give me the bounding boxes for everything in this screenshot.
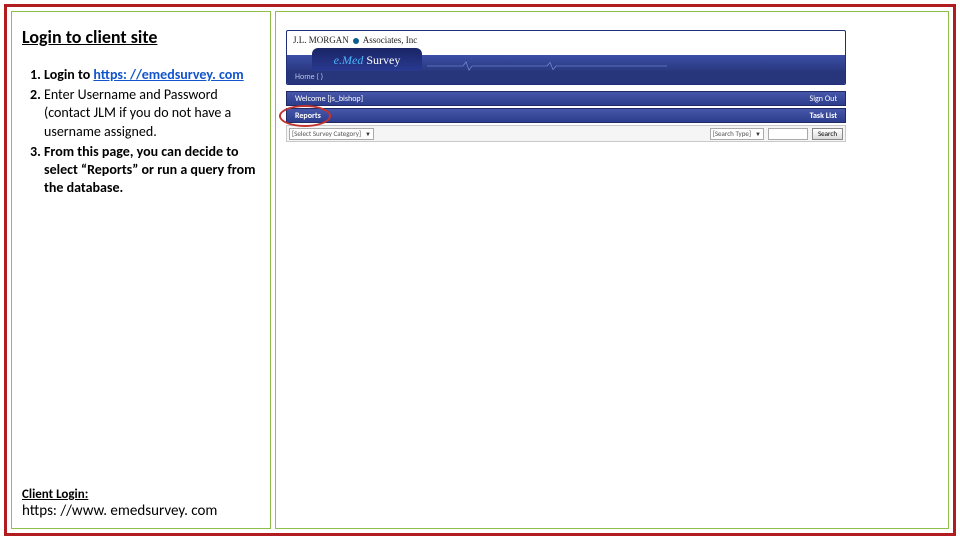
step-1-text: Login to (44, 66, 93, 83)
page-title: Login to client site (22, 26, 260, 48)
search-type-select[interactable]: [Search Type] ▼ (710, 128, 764, 140)
tab-emed-text: e.Med (334, 53, 364, 67)
chevron-down-icon: ▼ (755, 130, 761, 138)
login-link[interactable]: https: //emedsurvey. com (93, 66, 243, 83)
step-2-text: Enter Username and Password (contact JLM… (44, 86, 231, 139)
step-list: Login to https: //emedsurvey. com Enter … (22, 66, 260, 487)
search-button[interactable]: Search (812, 128, 843, 140)
footer-label: Client Login: (22, 487, 260, 502)
app-screenshot: J.L. MORGAN Associates, Inc e.Med Survey (286, 30, 846, 142)
footer-url: https: //www. emedsurvey. com (22, 502, 260, 520)
signout-link[interactable]: Sign Out (810, 94, 837, 104)
emed-survey-tab[interactable]: e.Med Survey (312, 48, 422, 73)
company-logo: J.L. MORGAN Associates, Inc (293, 35, 417, 45)
tab-survey-text: Survey (363, 53, 400, 67)
reports-bar: Reports Task List (286, 108, 846, 123)
category-select[interactable]: [Select Survey Category] ▼ (289, 128, 374, 140)
chevron-down-icon: ▼ (365, 130, 371, 138)
tasklist-link[interactable]: Task List (810, 111, 837, 121)
welcome-bar: Welcome [js_bishop] Sign Out (286, 91, 846, 106)
search-input[interactable] (768, 128, 808, 140)
logo-part-a: J.L. MORGAN (293, 35, 349, 45)
logo-part-b: Associates, Inc (363, 35, 417, 45)
step-1: Login to https: //emedsurvey. com (44, 66, 260, 84)
app-header: J.L. MORGAN Associates, Inc e.Med Survey (286, 30, 846, 85)
instructions-pane: Login to client site Login to https: //e… (11, 11, 271, 529)
search-toolbar: [Select Survey Category] ▼ [Search Type]… (286, 125, 846, 142)
screenshot-pane: J.L. MORGAN Associates, Inc e.Med Survey (275, 11, 949, 529)
step-3-text: From this page, you can decide to select… (44, 143, 256, 196)
search-type-value: [Search Type] (713, 129, 751, 138)
logo-dot-icon (353, 38, 359, 44)
step-3: From this page, you can decide to select… (44, 143, 260, 198)
welcome-text: Welcome [js_bishop] (295, 94, 363, 104)
home-breadcrumb[interactable]: Home ( ) (287, 71, 845, 84)
category-select-value: [Select Survey Category] (292, 129, 361, 138)
footer-block: Client Login: https: //www. emedsurvey. … (22, 487, 260, 520)
reports-label[interactable]: Reports (295, 111, 321, 121)
step-2: Enter Username and Password (contact JLM… (44, 86, 260, 141)
